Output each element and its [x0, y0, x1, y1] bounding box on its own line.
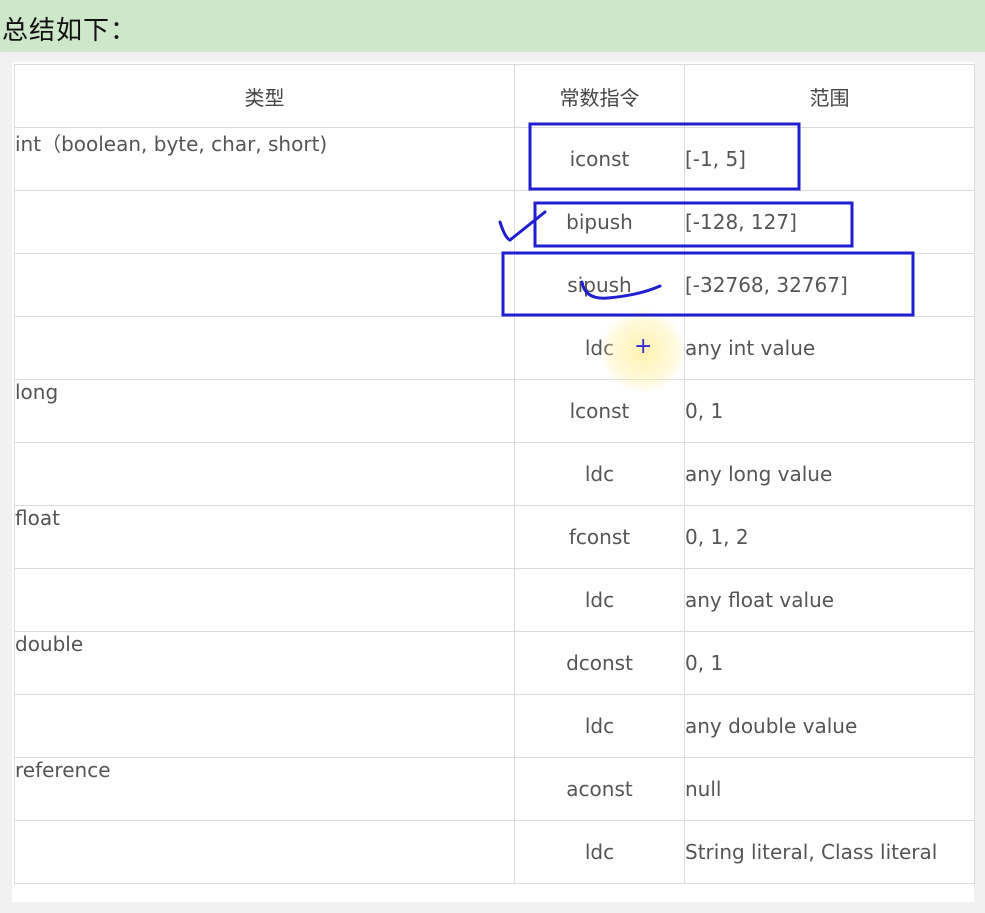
cell-instruction: ldc: [514, 820, 685, 884]
table-row: ldc any int value: [14, 316, 975, 380]
table-row: reference aconst null: [14, 757, 975, 821]
cell-type: [14, 190, 515, 254]
table-row: ldc String literal, Class literal: [14, 820, 975, 884]
cell-range: 0, 1: [684, 379, 975, 443]
cell-instruction: ldc: [514, 316, 685, 380]
header-type: 类型: [14, 64, 515, 128]
cell-type: double: [14, 631, 515, 695]
cell-type: [14, 253, 515, 317]
cell-instruction: ldc: [514, 694, 685, 758]
cell-type: reference: [14, 757, 515, 821]
cell-type: float: [14, 505, 515, 569]
cell-instruction: fconst: [514, 505, 685, 569]
cell-type: long: [14, 379, 515, 443]
table-row: bipush [-128, 127]: [14, 190, 975, 254]
cell-range: any long value: [684, 442, 975, 506]
cell-range: String literal, Class literal: [684, 820, 975, 884]
table-row: float fconst 0, 1, 2: [14, 505, 975, 569]
cell-range: [-32768, 32767]: [684, 253, 975, 317]
cell-instruction: ldc: [514, 568, 685, 632]
table-panel: 类型 常数指令 范围 int（boolean, byte, char, shor…: [12, 62, 975, 902]
cell-instruction: aconst: [514, 757, 685, 821]
cell-range: any double value: [684, 694, 975, 758]
cell-instruction: sipush: [514, 253, 685, 317]
table-header-row: 类型 常数指令 范围: [14, 64, 975, 128]
heading-bar: 总结如下：: [0, 0, 985, 52]
cell-instruction: dconst: [514, 631, 685, 695]
cell-instruction: lconst: [514, 379, 685, 443]
cell-instruction: ldc: [514, 442, 685, 506]
cell-range: [-128, 127]: [684, 190, 975, 254]
cell-type: [14, 694, 515, 758]
cell-type: [14, 316, 515, 380]
table-row: ldc any float value: [14, 568, 975, 632]
cell-type: [14, 442, 515, 506]
cell-range: null: [684, 757, 975, 821]
cell-type: int（boolean, byte, char, short): [14, 127, 515, 191]
cell-range: [-1, 5]: [684, 127, 975, 191]
cell-instruction: iconst: [514, 127, 685, 191]
constant-instruction-table: 类型 常数指令 范围 int（boolean, byte, char, shor…: [14, 64, 975, 884]
header-instruction: 常数指令: [514, 64, 685, 128]
table-row: double dconst 0, 1: [14, 631, 975, 695]
cell-range: any int value: [684, 316, 975, 380]
header-range: 范围: [684, 64, 975, 128]
table-row: long lconst 0, 1: [14, 379, 975, 443]
table-row: ldc any double value: [14, 694, 975, 758]
cell-instruction: bipush: [514, 190, 685, 254]
cell-type: [14, 568, 515, 632]
summary-heading: 总结如下：: [2, 16, 138, 46]
cell-range: 0, 1, 2: [684, 505, 975, 569]
cell-range: 0, 1: [684, 631, 975, 695]
table-row: int（boolean, byte, char, short) iconst […: [14, 127, 975, 191]
cell-type: [14, 820, 515, 884]
table-row: sipush [-32768, 32767]: [14, 253, 975, 317]
cell-range: any float value: [684, 568, 975, 632]
table-row: ldc any long value: [14, 442, 975, 506]
